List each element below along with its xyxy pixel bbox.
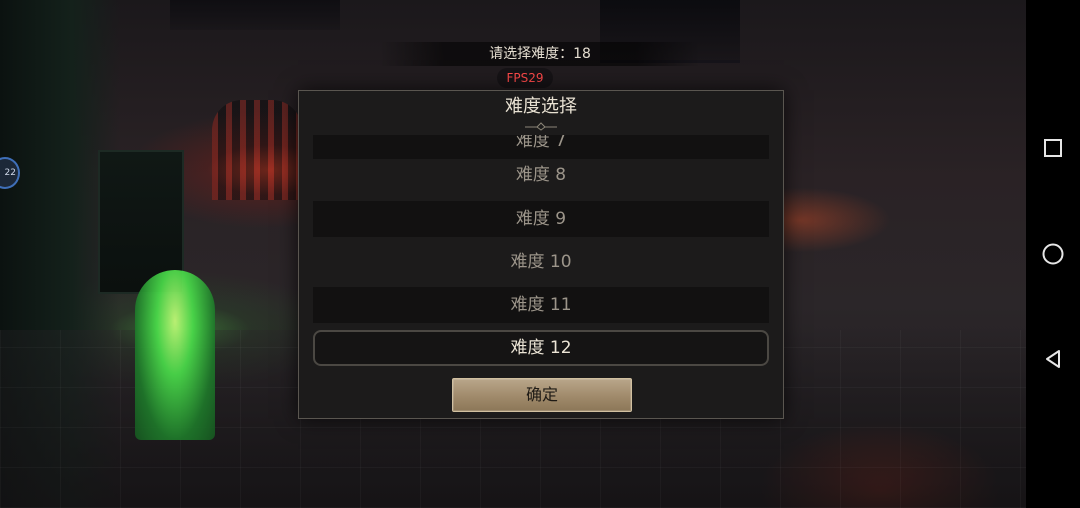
list-item-difficulty-8[interactable]: 难度 8 [313, 157, 769, 193]
scene-red-gate [212, 100, 302, 200]
list-item-label: 难度 12 [510, 338, 572, 358]
recents-button[interactable] [1038, 133, 1068, 163]
game-scene: 22 请选择难度：18 FPS29 难度选择 难度 7 难度 8 难度 9 难度… [0, 0, 1080, 508]
list-item-difficulty-9[interactable]: 难度 9 [313, 201, 769, 237]
list-item-difficulty-12-selected[interactable]: 难度 12 [313, 330, 769, 366]
list-item-difficulty-11[interactable]: 难度 11 [313, 287, 769, 323]
list-item-difficulty-7[interactable]: 难度 7 [313, 135, 769, 159]
current-difficulty-text: 请选择难度：18 [489, 46, 591, 62]
home-button[interactable] [1038, 239, 1068, 269]
scene-beam [170, 0, 340, 30]
title-ornament-icon [525, 122, 557, 131]
current-difficulty-banner: 请选择难度：18 [380, 42, 700, 66]
list-item-label: 难度 8 [515, 165, 567, 185]
home-icon [1042, 243, 1064, 265]
fps-counter: FPS29 [497, 68, 553, 88]
android-nav-bar [1026, 0, 1080, 508]
side-bubble-text: 22 [4, 168, 16, 178]
back-button[interactable] [1038, 344, 1068, 374]
scene-green-totem [135, 270, 215, 440]
recents-icon [1044, 139, 1062, 157]
list-item-label: 难度 11 [510, 295, 572, 315]
list-item-label: 难度 7 [515, 135, 567, 151]
back-icon [1046, 350, 1060, 368]
list-item-label: 难度 10 [510, 252, 572, 272]
list-item-difficulty-10[interactable]: 难度 10 [313, 244, 769, 280]
difficulty-dialog: 难度选择 难度 7 难度 8 难度 9 难度 10 难度 11 难度 12 确定 [298, 90, 784, 419]
confirm-button[interactable]: 确定 [452, 378, 632, 412]
dialog-title: 难度选择 [505, 96, 577, 117]
difficulty-list[interactable]: 难度 7 难度 8 难度 9 难度 10 难度 11 难度 12 [313, 135, 769, 407]
list-item-label: 难度 9 [515, 209, 567, 229]
